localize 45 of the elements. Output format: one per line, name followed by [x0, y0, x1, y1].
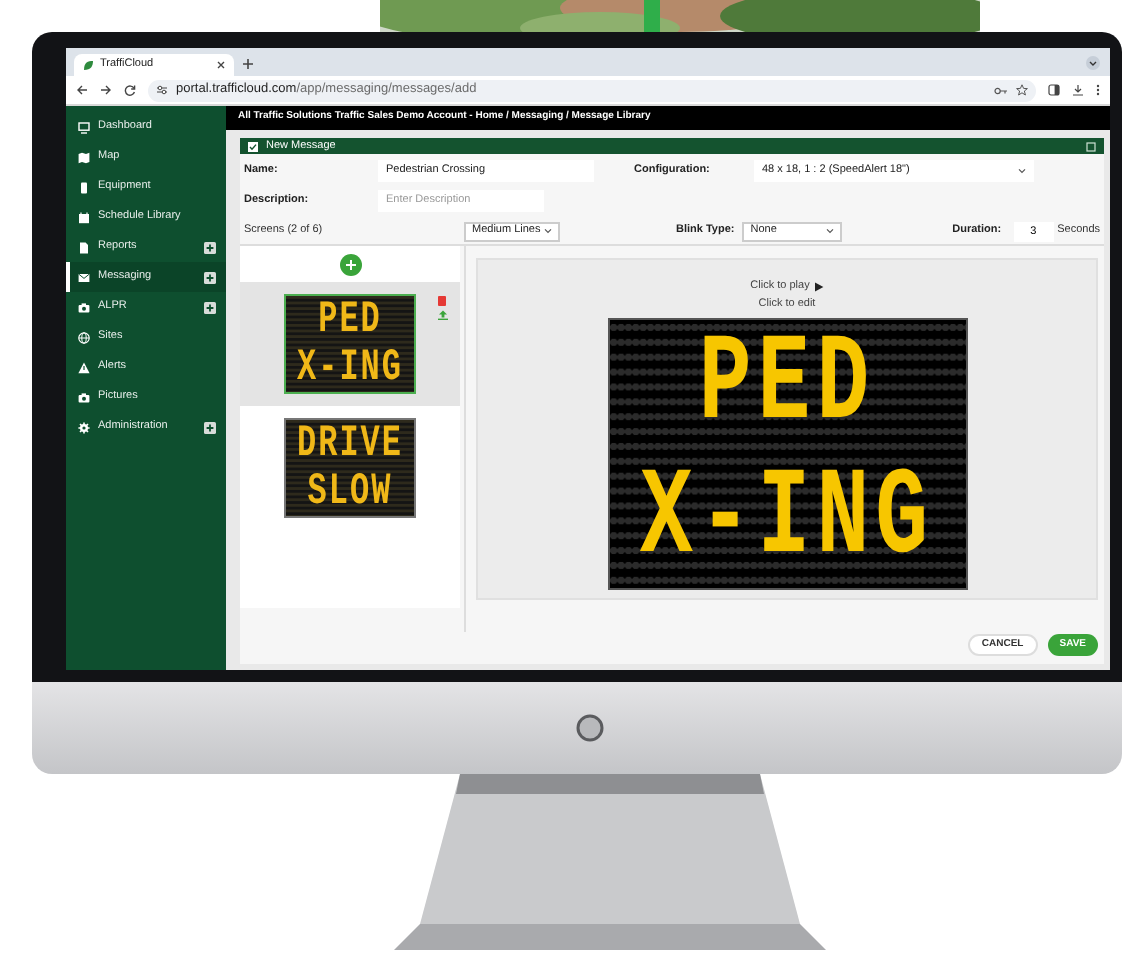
expand-icon[interactable]: [204, 421, 216, 433]
site-settings-icon: [156, 84, 168, 96]
caret-icon: [544, 228, 552, 234]
camera-icon: [78, 301, 90, 313]
screen-thumbnail[interactable]: PED X-ING: [284, 294, 416, 394]
globe-icon: [78, 331, 90, 343]
device-icon: [78, 181, 90, 193]
expand-icon[interactable]: [204, 301, 216, 313]
expand-icon[interactable]: [204, 271, 216, 283]
camera-icon: [78, 391, 90, 403]
side-panel-icon[interactable]: [1048, 84, 1060, 96]
sign-text: SLOW: [307, 469, 393, 515]
sign-text: DRIVE: [296, 421, 403, 467]
add-screen-button[interactable]: [339, 254, 361, 276]
maximize-icon[interactable]: [1086, 141, 1096, 151]
upload-icon[interactable]: [438, 310, 448, 320]
leaf-icon: [82, 59, 94, 71]
document-icon: [78, 241, 90, 253]
gear-icon: [78, 421, 90, 433]
new-tab-icon[interactable]: [242, 58, 254, 70]
calendar-icon: [78, 211, 90, 223]
monitor-icon: [78, 121, 90, 133]
circle-icon: [576, 714, 604, 742]
back-icon[interactable]: [76, 84, 88, 96]
sign-text: PED: [698, 324, 876, 448]
download-icon[interactable]: [1072, 84, 1084, 96]
screen-thumbnail[interactable]: DRIVE SLOW: [284, 418, 416, 518]
forward-icon[interactable]: [100, 84, 112, 96]
reload-icon[interactable]: [124, 84, 136, 96]
caret-icon: [826, 228, 835, 234]
warning-icon: [78, 361, 90, 373]
caret-icon: [1018, 167, 1026, 173]
screen-list-item[interactable]: PED X-ING: [240, 282, 460, 406]
sign-text: X-ING: [639, 458, 935, 582]
play-icon: [813, 281, 824, 292]
chevron-down-icon[interactable]: [1086, 56, 1100, 70]
envelope-icon: [78, 271, 90, 283]
star-icon[interactable]: [1016, 84, 1028, 96]
sign-text: X-ING: [296, 345, 403, 391]
close-icon[interactable]: [216, 60, 226, 70]
key-icon[interactable]: [994, 85, 1008, 95]
sign-text: PED: [318, 297, 382, 343]
led-sign-display[interactable]: PED X-ING: [607, 317, 967, 589]
expand-icon[interactable]: [204, 241, 216, 253]
map-icon: [78, 151, 90, 163]
